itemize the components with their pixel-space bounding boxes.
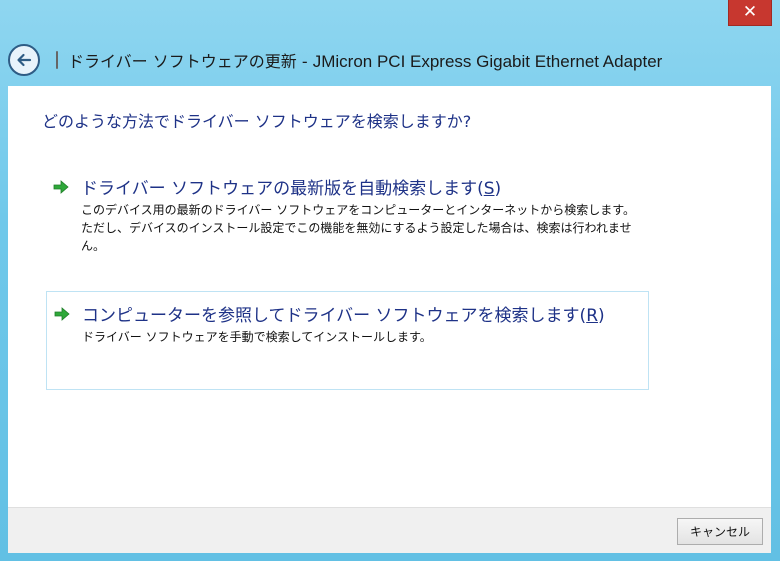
option-auto-search-title: ドライバー ソフトウェアの最新版を自動検索します(S) — [81, 179, 502, 199]
window-title: ドライバー ソフトウェアの更新 - JMicron PCI Express Gi… — [56, 47, 662, 73]
page-question: どのような方法でドライバー ソフトウェアを検索しますか? — [42, 112, 472, 131]
dialog-footer: キャンセル — [8, 507, 771, 553]
accelerator-key: S — [483, 179, 495, 199]
green-arrow-icon — [53, 180, 69, 194]
green-arrow-icon — [54, 307, 70, 321]
option-browse-computer-description: ドライバー ソフトウェアを手動で検索してインストールします。 — [82, 330, 432, 344]
back-button[interactable] — [8, 44, 40, 76]
option-browse-computer[interactable]: コンピューターを参照してドライバー ソフトウェアを検索します(R) ドライバー … — [46, 291, 649, 390]
accelerator-key: R — [586, 306, 598, 326]
close-button[interactable]: ✕ — [728, 0, 772, 26]
option-auto-search-description: このデバイス用の最新のドライバー ソフトウェアをコンピューターとインターネットか… — [81, 203, 636, 253]
back-arrow-icon — [17, 53, 32, 67]
dialog-window: ✕ ドライバー ソフトウェアの更新 - JMicron PCI Express … — [0, 0, 780, 561]
close-icon: ✕ — [742, 2, 758, 22]
content-area: どのような方法でドライバー ソフトウェアを検索しますか? ドライバー ソフトウェ… — [8, 86, 771, 507]
cancel-button[interactable]: キャンセル — [677, 518, 763, 545]
network-adapter-icon — [56, 51, 58, 69]
device-name: JMicron PCI Express Gigabit Ethernet Ada… — [312, 52, 663, 71]
option-auto-search[interactable]: ドライバー ソフトウェアの最新版を自動検索します(S) このデバイス用の最新のド… — [46, 170, 649, 260]
option-browse-computer-title: コンピューターを参照してドライバー ソフトウェアを検索します(R) — [82, 306, 605, 326]
title-prefix: ドライバー ソフトウェアの更新 - — [68, 52, 313, 71]
